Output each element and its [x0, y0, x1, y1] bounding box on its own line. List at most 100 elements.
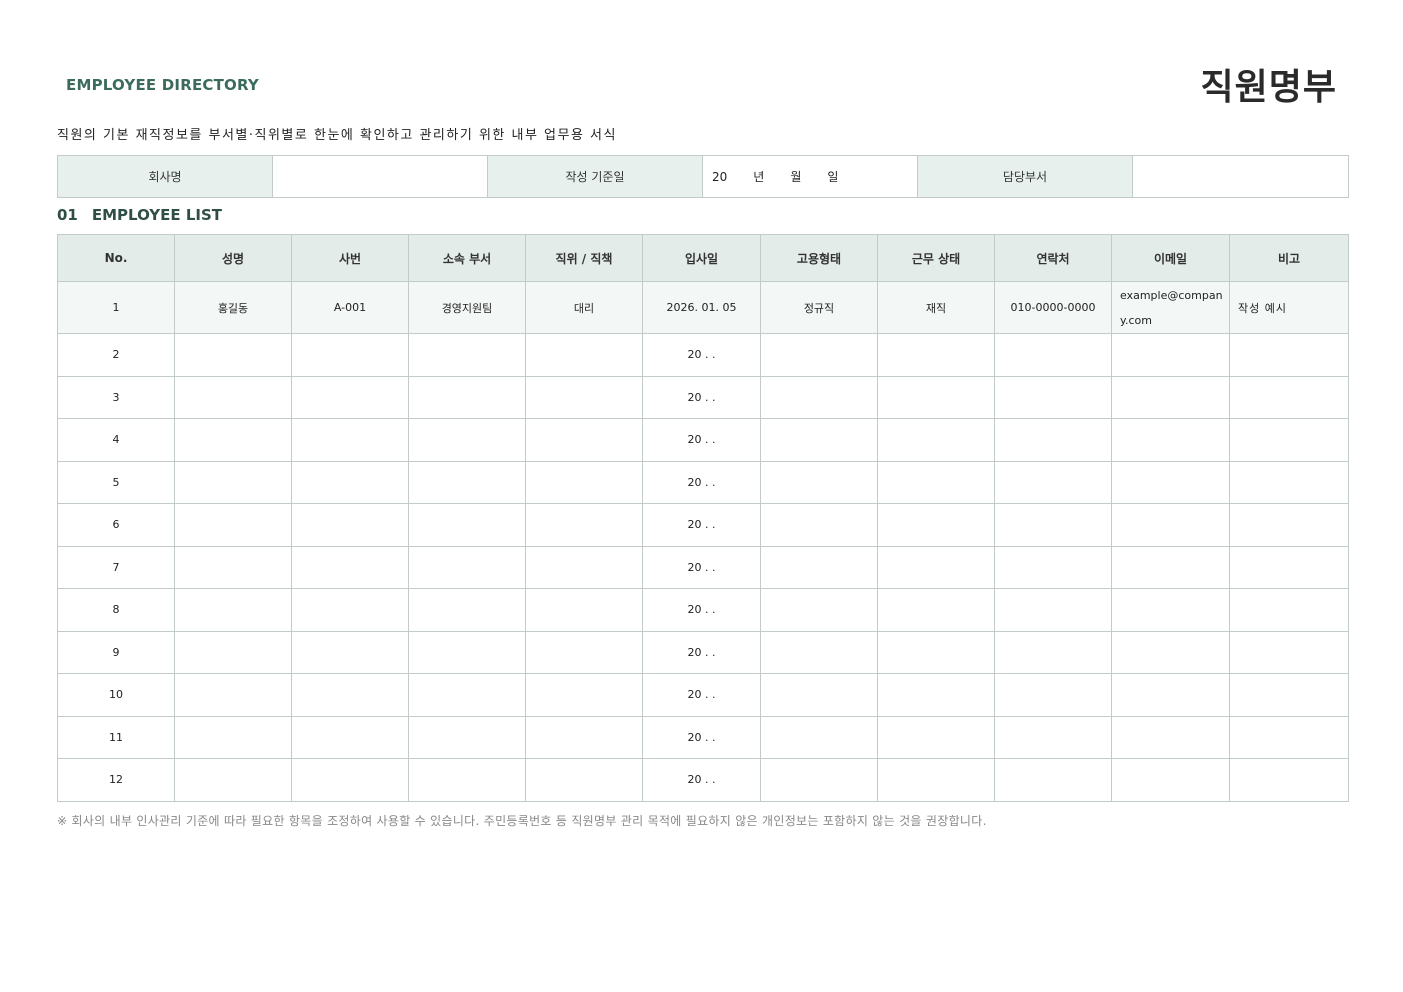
- cell-contact[interactable]: [994, 758, 1112, 802]
- cell-work-status[interactable]: [877, 375, 995, 419]
- cell-emp-id[interactable]: [291, 758, 409, 802]
- cell-emp-id[interactable]: [291, 375, 409, 419]
- cell-department[interactable]: [408, 673, 526, 717]
- cell-remarks[interactable]: [1229, 375, 1349, 419]
- cell-name[interactable]: [174, 545, 292, 589]
- cell-position[interactable]: [525, 460, 643, 504]
- cell-hire-date[interactable]: 20 . .: [642, 715, 761, 759]
- cell-emp-id[interactable]: [291, 503, 409, 547]
- cell-department[interactable]: [408, 545, 526, 589]
- cell-contact[interactable]: [994, 545, 1112, 589]
- cell-remarks[interactable]: [1229, 418, 1349, 462]
- cell-contact[interactable]: [994, 418, 1112, 462]
- cell-position[interactable]: [525, 673, 643, 717]
- cell-position[interactable]: [525, 503, 643, 547]
- cell-department[interactable]: [408, 758, 526, 802]
- cell-employment-type[interactable]: [760, 375, 878, 419]
- cell-hire-date[interactable]: 20 . .: [642, 673, 761, 717]
- cell-emp-id[interactable]: A-001: [291, 281, 409, 334]
- cell-hire-date[interactable]: 20 . .: [642, 545, 761, 589]
- cell-contact[interactable]: [994, 588, 1112, 632]
- cell-remarks[interactable]: 작성 예시: [1229, 281, 1349, 334]
- cell-employment-type[interactable]: [760, 715, 878, 759]
- cell-name[interactable]: [174, 630, 292, 674]
- cell-department[interactable]: [408, 418, 526, 462]
- cell-work-status[interactable]: [877, 503, 995, 547]
- cell-work-status[interactable]: [877, 460, 995, 504]
- cell-emp-id[interactable]: [291, 630, 409, 674]
- date-field[interactable]: 20 년 월 일: [702, 155, 918, 198]
- cell-work-status[interactable]: 재직: [877, 281, 995, 334]
- cell-email[interactable]: [1111, 418, 1230, 462]
- cell-position[interactable]: [525, 418, 643, 462]
- cell-work-status[interactable]: [877, 673, 995, 717]
- cell-employment-type[interactable]: [760, 758, 878, 802]
- cell-contact[interactable]: [994, 630, 1112, 674]
- cell-position[interactable]: [525, 588, 643, 632]
- cell-name[interactable]: [174, 758, 292, 802]
- cell-employment-type[interactable]: [760, 545, 878, 589]
- cell-contact[interactable]: [994, 673, 1112, 717]
- cell-hire-date[interactable]: 2026. 01. 05: [642, 281, 761, 334]
- cell-work-status[interactable]: [877, 418, 995, 462]
- cell-position[interactable]: [525, 630, 643, 674]
- cell-email[interactable]: [1111, 545, 1230, 589]
- cell-remarks[interactable]: [1229, 673, 1349, 717]
- cell-contact[interactable]: [994, 375, 1112, 419]
- cell-department[interactable]: [408, 375, 526, 419]
- cell-emp-id[interactable]: [291, 715, 409, 759]
- cell-emp-id[interactable]: [291, 673, 409, 717]
- cell-employment-type[interactable]: [760, 673, 878, 717]
- cell-email[interactable]: [1111, 503, 1230, 547]
- cell-emp-id[interactable]: [291, 333, 409, 377]
- cell-contact[interactable]: [994, 460, 1112, 504]
- cell-hire-date[interactable]: 20 . .: [642, 758, 761, 802]
- cell-position[interactable]: [525, 333, 643, 377]
- cell-contact[interactable]: [994, 715, 1112, 759]
- company-field[interactable]: [272, 155, 488, 198]
- cell-email[interactable]: [1111, 460, 1230, 504]
- cell-employment-type[interactable]: [760, 588, 878, 632]
- cell-work-status[interactable]: [877, 545, 995, 589]
- cell-email[interactable]: [1111, 630, 1230, 674]
- cell-department[interactable]: [408, 588, 526, 632]
- cell-department[interactable]: [408, 715, 526, 759]
- cell-name[interactable]: [174, 375, 292, 419]
- cell-hire-date[interactable]: 20 . .: [642, 630, 761, 674]
- cell-remarks[interactable]: [1229, 715, 1349, 759]
- cell-email[interactable]: [1111, 673, 1230, 717]
- cell-email[interactable]: [1111, 333, 1230, 377]
- cell-position[interactable]: [525, 715, 643, 759]
- cell-employment-type[interactable]: [760, 418, 878, 462]
- cell-remarks[interactable]: [1229, 333, 1349, 377]
- cell-position[interactable]: [525, 758, 643, 802]
- cell-remarks[interactable]: [1229, 630, 1349, 674]
- cell-name[interactable]: [174, 418, 292, 462]
- cell-email[interactable]: [1111, 375, 1230, 419]
- cell-emp-id[interactable]: [291, 545, 409, 589]
- cell-name[interactable]: [174, 333, 292, 377]
- cell-name[interactable]: [174, 715, 292, 759]
- cell-hire-date[interactable]: 20 . .: [642, 460, 761, 504]
- cell-work-status[interactable]: [877, 715, 995, 759]
- cell-employment-type[interactable]: [760, 333, 878, 377]
- cell-department[interactable]: 경영지원팀: [408, 281, 526, 334]
- cell-remarks[interactable]: [1229, 588, 1349, 632]
- cell-name[interactable]: [174, 460, 292, 504]
- cell-work-status[interactable]: [877, 630, 995, 674]
- cell-position[interactable]: [525, 545, 643, 589]
- cell-emp-id[interactable]: [291, 588, 409, 632]
- cell-name[interactable]: 홍길동: [174, 281, 292, 334]
- cell-employment-type[interactable]: 정규직: [760, 281, 878, 334]
- cell-employment-type[interactable]: [760, 630, 878, 674]
- cell-department[interactable]: [408, 460, 526, 504]
- cell-department[interactable]: [408, 333, 526, 377]
- dept-field[interactable]: [1132, 155, 1349, 198]
- cell-name[interactable]: [174, 673, 292, 717]
- cell-hire-date[interactable]: 20 . .: [642, 333, 761, 377]
- cell-hire-date[interactable]: 20 . .: [642, 418, 761, 462]
- cell-email[interactable]: [1111, 715, 1230, 759]
- cell-contact[interactable]: [994, 503, 1112, 547]
- cell-work-status[interactable]: [877, 333, 995, 377]
- cell-contact[interactable]: 010-0000-0000: [994, 281, 1112, 334]
